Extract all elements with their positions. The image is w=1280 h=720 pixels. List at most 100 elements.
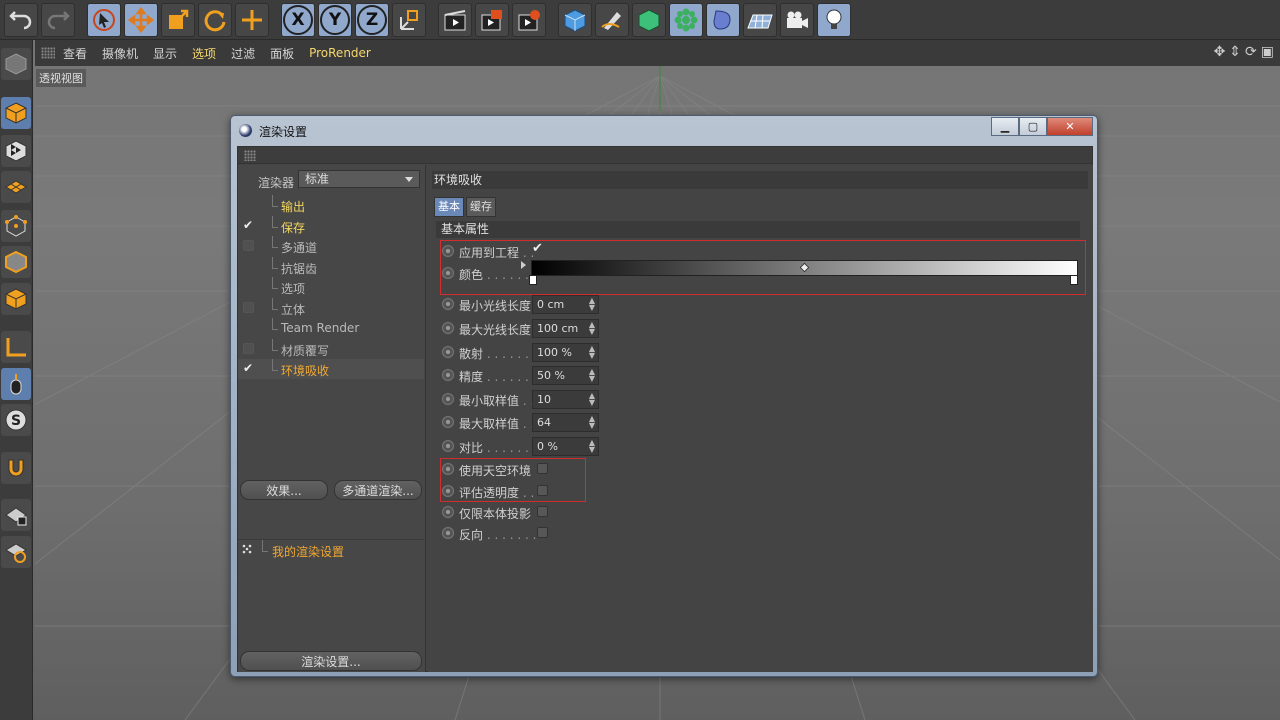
tree-item-save[interactable]: ✔ 保存 [238, 215, 424, 236]
tree-item-team-render[interactable]: Team Render [238, 318, 424, 338]
renderer-dropdown[interactable]: 标准 [298, 170, 420, 188]
close-button[interactable]: ✕ [1047, 117, 1093, 136]
workplane-mode-icon[interactable] [1, 171, 31, 203]
menu-options[interactable]: 选项 [192, 45, 216, 62]
tree-item-checkbox[interactable]: ✔ [243, 218, 254, 232]
tree-item-checkbox[interactable]: ✔ [243, 361, 254, 375]
tree-item-antialiasing[interactable]: 抗锯齿 [238, 256, 424, 277]
menu-prorender[interactable]: ProRender [309, 46, 371, 60]
keyframe-radio-icon[interactable] [442, 346, 454, 358]
render-settings-button[interactable]: 渲染设置... [240, 651, 422, 671]
camera-icon[interactable] [780, 2, 814, 37]
edges-mode-icon[interactable] [1, 246, 31, 278]
spinner-icon[interactable]: ▲ ▼ [589, 297, 595, 312]
invert-checkbox[interactable] [537, 527, 548, 538]
light-icon[interactable] [817, 2, 851, 37]
tree-item-material-override[interactable]: 材质覆写 [238, 338, 424, 359]
tab-cache[interactable]: 缓存 [466, 197, 496, 217]
keyframe-radio-icon[interactable] [442, 506, 454, 518]
tree-item-checkbox[interactable] [243, 342, 254, 354]
expand-icon[interactable] [242, 544, 252, 554]
effects-button[interactable]: 效果... [240, 480, 328, 500]
max-ray-length-input[interactable]: 100 cm ▲ ▼ [532, 319, 599, 338]
cube-icon[interactable] [558, 2, 592, 37]
tree-item-options[interactable]: 选项 [238, 277, 424, 297]
min-samples-input[interactable]: 10 ▲ ▼ [532, 390, 599, 409]
axis-x-icon[interactable]: X [281, 2, 315, 37]
deformer-icon[interactable] [706, 2, 740, 37]
menu-panel[interactable]: 面板 [270, 45, 294, 62]
menu-view[interactable]: 查看 [63, 45, 87, 62]
add-icon[interactable] [235, 2, 269, 37]
spinner-icon[interactable]: ▲ ▼ [589, 345, 595, 360]
my-render-settings-item[interactable]: 我的渲染设置 [238, 539, 424, 559]
coordinate-system-icon[interactable] [392, 2, 426, 37]
axis-z-icon[interactable]: Z [355, 2, 389, 37]
axis-y-icon[interactable]: Y [318, 2, 352, 37]
menu-grip-icon[interactable] [41, 47, 55, 59]
keyframe-radio-icon[interactable] [442, 298, 454, 310]
tree-item-multipass[interactable]: 多通道 [238, 236, 424, 256]
render-picture-viewer-icon[interactable] [475, 2, 509, 37]
keyframe-radio-icon[interactable] [442, 527, 454, 539]
pen-icon[interactable] [595, 2, 629, 37]
max-samples-input[interactable]: 64 ▲ ▼ [532, 413, 599, 432]
orbit-icon[interactable]: ⟳ [1245, 44, 1257, 60]
mograph-icon[interactable] [669, 2, 703, 37]
dialog-titlebar[interactable]: 渲染设置 ▁ ▢ ✕ [231, 116, 1097, 144]
keyframe-radio-icon[interactable] [442, 369, 454, 381]
texture-mode-icon[interactable] [1, 135, 31, 167]
tree-item-label: 抗锯齿 [281, 261, 318, 276]
tree-item-stereoscopic[interactable]: 立体 [238, 297, 424, 318]
tab-basic[interactable]: 基本 [434, 197, 464, 217]
move-icon[interactable] [124, 2, 158, 37]
tree-item-output[interactable]: 输出 [238, 195, 424, 215]
spinner-icon[interactable]: ▲ ▼ [589, 415, 595, 430]
render-settings-icon[interactable] [512, 2, 546, 37]
dolly-icon[interactable]: ⇕ [1229, 44, 1241, 60]
menu-cameras[interactable]: 摄像机 [102, 45, 138, 62]
polygons-mode-icon[interactable] [1, 283, 31, 315]
lock-workplane-icon[interactable] [1, 499, 31, 531]
keyframe-radio-icon[interactable] [442, 416, 454, 428]
keyframe-radio-icon[interactable] [442, 440, 454, 452]
snap-icon[interactable]: S [1, 404, 31, 436]
maximize-button[interactable]: ▢ [1019, 117, 1047, 136]
tree-item-ambient-occlusion[interactable]: ✔ 环境吸收 [238, 359, 424, 379]
spinner-icon[interactable]: ▲ ▼ [589, 439, 595, 454]
tweak-mode-icon[interactable] [1, 368, 31, 400]
keyframe-radio-icon[interactable] [442, 393, 454, 405]
minimize-button[interactable]: ▁ [991, 117, 1019, 136]
select-icon[interactable] [87, 2, 121, 37]
self-shadow-only-checkbox[interactable] [537, 506, 548, 517]
make-editable-icon[interactable] [1, 48, 31, 80]
points-mode-icon[interactable] [1, 210, 31, 242]
model-mode-icon[interactable] [1, 97, 31, 129]
render-view-icon[interactable] [438, 2, 472, 37]
redo-icon[interactable] [41, 2, 75, 37]
multipass-render-button[interactable]: 多通道渲染... [334, 480, 422, 500]
workplane-rotate-icon[interactable] [1, 536, 31, 568]
scale-icon[interactable] [161, 2, 195, 37]
axis-mode-icon[interactable] [1, 331, 31, 363]
pan-icon[interactable]: ✥ [1214, 44, 1226, 60]
tree-item-checkbox[interactable] [243, 240, 254, 251]
maximize-icon[interactable]: ▣ [1261, 44, 1274, 60]
menu-display[interactable]: 显示 [153, 45, 177, 62]
tree-item-checkbox[interactable] [243, 301, 254, 313]
spinner-icon[interactable]: ▲ ▼ [589, 321, 595, 336]
floor-icon[interactable] [743, 2, 777, 37]
spinner-icon[interactable]: ▲ ▼ [589, 368, 595, 383]
subdivision-icon[interactable] [632, 2, 666, 37]
spinner-icon[interactable]: ▲ ▼ [589, 392, 595, 407]
rotate-icon[interactable] [198, 2, 232, 37]
dispersion-input[interactable]: 100 % ▲ ▼ [532, 343, 599, 362]
magnet-icon[interactable] [1, 452, 31, 484]
contrast-input[interactable]: 0 % ▲ ▼ [532, 437, 599, 456]
undo-icon[interactable] [4, 2, 38, 37]
grip-icon[interactable] [244, 150, 256, 161]
menu-filter[interactable]: 过滤 [231, 45, 255, 62]
keyframe-radio-icon[interactable] [442, 322, 454, 334]
accuracy-input[interactable]: 50 % ▲ ▼ [532, 366, 599, 385]
min-ray-length-input[interactable]: 0 cm ▲ ▼ [532, 295, 599, 314]
